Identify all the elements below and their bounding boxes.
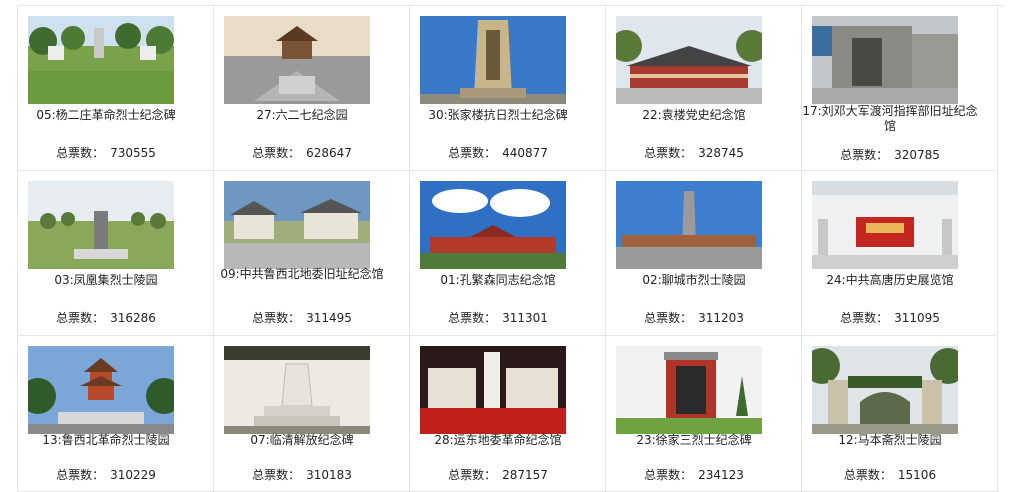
memorial-name[interactable]: 02:聊城市烈士陵园 — [606, 273, 782, 288]
memorial-name[interactable]: 13:鲁西北革命烈士陵园 — [18, 433, 194, 448]
vote-count: 总票数： 234123 — [644, 468, 744, 482]
village-houses-icon[interactable] — [224, 181, 370, 269]
vote-count: 总票数： 311495 — [252, 311, 352, 325]
memorial-name[interactable]: 24:中共高唐历史展览馆 — [802, 273, 978, 288]
memorial-card: 02:聊城市烈士陵园 总票数： 311203 — [606, 171, 802, 336]
memorial-card: 28:运东地委革命纪念馆 总票数： 287157 — [410, 336, 606, 492]
memorial-card: 12:马本斋烈士陵园 总票数： 15106 — [802, 336, 998, 492]
vote-count: 总票数： 311203 — [644, 311, 744, 325]
pagoda-icon[interactable] — [28, 346, 174, 434]
vote-count: 总票数： 287157 — [448, 468, 548, 482]
vote-count: 总票数： 328745 — [644, 146, 744, 160]
hall-building-icon[interactable] — [616, 16, 762, 104]
memorial-name[interactable]: 27:六二七纪念园 — [214, 108, 390, 123]
memorial-card: 30:张家楼抗日烈士纪念碑 总票数： 440877 — [410, 6, 606, 171]
red-wall-stele-icon[interactable] — [616, 346, 762, 434]
memorial-vote-grid: 05:杨二庄革命烈士纪念碑 总票数： 730555 27:六二七纪念园 总票数： 6… — [17, 5, 1004, 492]
memorial-name[interactable]: 28:运东地委革命纪念馆 — [410, 433, 586, 448]
vote-count: 总票数： 311301 — [448, 311, 548, 325]
cloud-hall-icon[interactable] — [420, 181, 566, 269]
memorial-card: 05:杨二庄革命烈士纪念碑 总票数： 730555 — [18, 6, 214, 171]
memorial-name[interactable]: 03:凤凰集烈士陵园 — [18, 273, 194, 288]
vote-count: 总票数： 440877 — [448, 146, 548, 160]
memorial-card: 07:临清解放纪念碑 总票数： 310183 — [214, 336, 410, 492]
memorial-name[interactable]: 22:袁楼党史纪念馆 — [606, 108, 782, 123]
memorial-card: 24:中共高唐历史展览馆 总票数： 311095 — [802, 171, 998, 336]
exhibition-interior-icon[interactable] — [812, 181, 958, 269]
vote-count: 总票数： 15106 — [843, 468, 937, 482]
white-monument-icon[interactable] — [224, 346, 370, 434]
red-exhibition-icon[interactable] — [420, 346, 566, 434]
memorial-card: 27:六二七纪念园 总票数： 628647 — [214, 6, 410, 171]
arch-gate-icon[interactable] — [812, 346, 958, 434]
vote-count: 总票数： 311095 — [840, 311, 940, 325]
memorial-name[interactable]: 12:马本斋烈士陵园 — [802, 433, 978, 448]
memorial-name[interactable]: 09:中共鲁西北地委旧址纪念馆 — [214, 267, 390, 282]
vote-count: 总票数： 628647 — [252, 146, 352, 160]
memorial-name[interactable]: 23:徐家三烈士纪念碑 — [606, 433, 782, 448]
memorial-card: 17:刘邓大军渡河指挥部旧址纪念馆 总票数： 320785 — [802, 6, 998, 171]
obelisk-plaza-icon[interactable] — [616, 181, 762, 269]
memorial-card: 03:凤凰集烈士陵园 总票数： 316286 — [18, 171, 214, 336]
memorial-card: 09:中共鲁西北地委旧址纪念馆 总票数： 311495 — [214, 171, 410, 336]
vote-count: 总票数： 320785 — [840, 148, 940, 162]
vote-count: 总票数： 730555 — [56, 146, 156, 160]
vote-count: 总票数： 310183 — [252, 468, 352, 482]
memorial-name[interactable]: 05:杨二庄革命烈士纪念碑 — [18, 108, 194, 123]
old-courtyard-icon[interactable] — [812, 16, 958, 104]
memorial-card: 23:徐家三烈士纪念碑 总票数： 234123 — [606, 336, 802, 492]
memorial-card: 01:孔繁森同志纪念馆 总票数： 311301 — [410, 171, 606, 336]
memorial-name[interactable]: 30:张家楼抗日烈士纪念碑 — [410, 108, 586, 123]
stele-garden-icon[interactable] — [28, 16, 174, 104]
memorial-card: 13:鲁西北革命烈士陵园 总票数： 310229 — [18, 336, 214, 492]
memorial-name[interactable]: 17:刘邓大军渡河指挥部旧址纪念馆 — [802, 104, 978, 134]
memorial-card: 22:袁楼党史纪念馆 总票数： 328745 — [606, 6, 802, 171]
grave-stone-icon[interactable] — [28, 181, 174, 269]
memorial-name[interactable]: 01:孔繁森同志纪念馆 — [410, 273, 586, 288]
memorial-name[interactable]: 07:临清解放纪念碑 — [214, 433, 390, 448]
pavilion-book-icon[interactable] — [224, 16, 370, 104]
vote-count: 总票数： 316286 — [56, 311, 156, 325]
vote-count: 总票数： 310229 — [56, 468, 156, 482]
tall-monument-icon[interactable] — [420, 16, 566, 104]
